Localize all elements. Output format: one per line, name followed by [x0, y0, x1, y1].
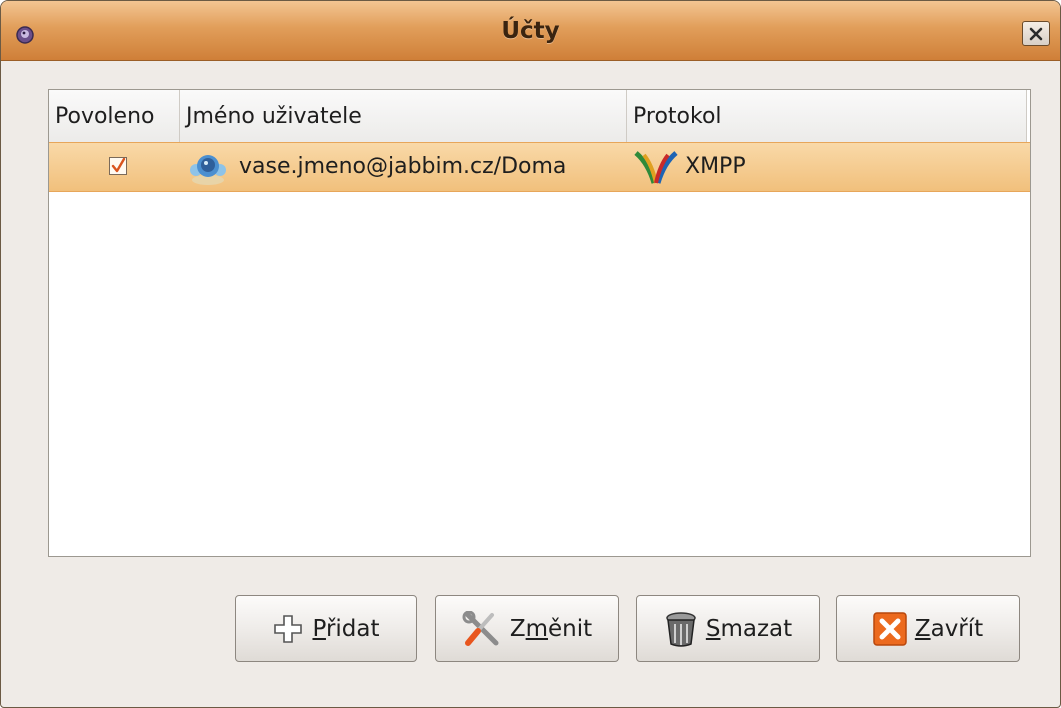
column-header-enabled[interactable]: Povoleno: [49, 90, 180, 142]
close-icon: [1029, 27, 1043, 41]
add-button-label: Přidat: [312, 615, 380, 642]
modify-button[interactable]: Změnit: [435, 595, 619, 662]
account-row[interactable]: vase.jmeno@jabbim.cz/Doma XMPP: [49, 142, 1030, 192]
title-bar[interactable]: Účty: [1, 1, 1060, 61]
column-header-protocol[interactable]: Protokol: [627, 90, 1027, 142]
delete-button[interactable]: Smazat: [636, 595, 820, 662]
xmpp-icon: [634, 149, 678, 185]
list-header: Povoleno Jméno uživatele Protokol: [49, 90, 1027, 143]
tools-icon: [462, 610, 499, 646]
buddy-icon: [186, 148, 228, 188]
close-button-label: Zavřít: [914, 615, 984, 642]
enabled-checkbox[interactable]: [109, 157, 127, 175]
close-button[interactable]: Zavřít: [836, 595, 1020, 662]
account-username: vase.jmeno@jabbim.cz/Doma: [239, 154, 567, 179]
delete-button-label: Smazat: [705, 615, 793, 642]
account-protocol: XMPP: [685, 154, 746, 179]
close-x-icon: [873, 611, 907, 646]
window-title: Účty: [501, 18, 560, 44]
add-button[interactable]: Přidat: [235, 595, 417, 662]
accounts-list[interactable]: Povoleno Jméno uživatele Protokol vase.j…: [48, 89, 1031, 557]
trash-icon: [666, 611, 696, 647]
modify-button-label: Změnit: [509, 615, 593, 642]
accounts-dialog: Účty Povoleno Jméno uživatele Protokol v…: [0, 0, 1061, 708]
column-header-username[interactable]: Jméno uživatele: [180, 90, 627, 142]
window-close-button[interactable]: [1022, 21, 1050, 46]
plus-icon: [274, 614, 303, 643]
